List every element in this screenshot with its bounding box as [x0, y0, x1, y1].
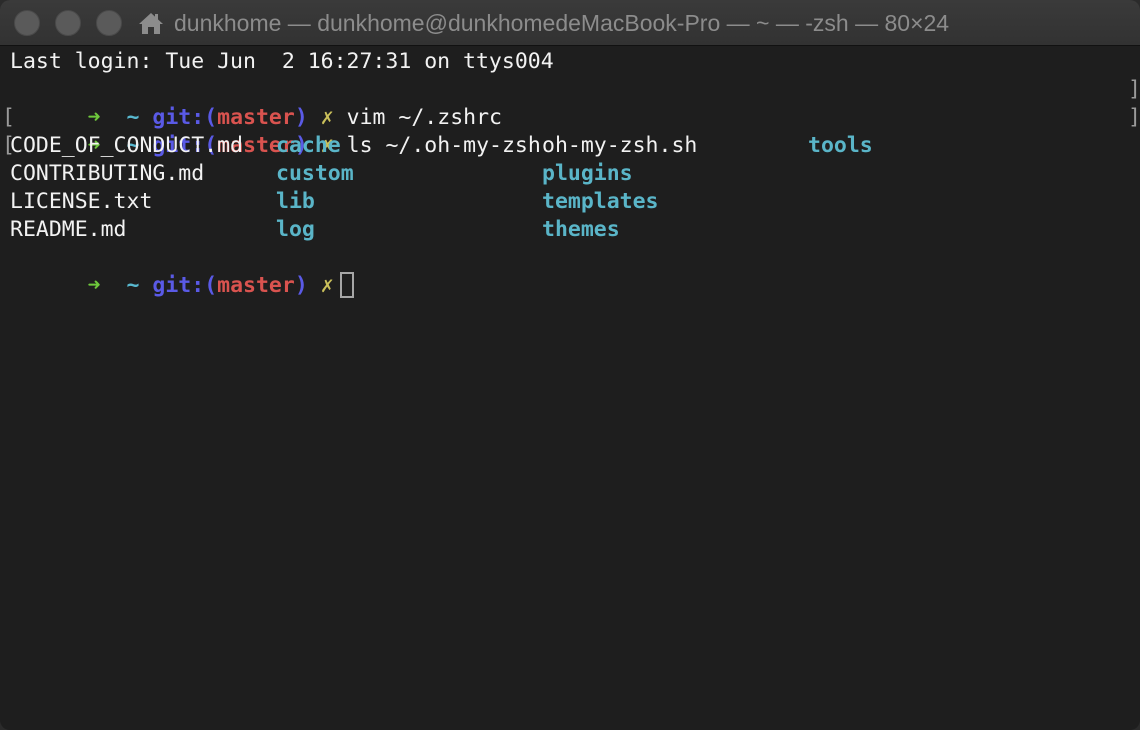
prompt-line: [➜ ~ git:(master) ✗ ls ~/.oh-my-zsh [2, 104, 541, 158]
line-marker-right: ] [1128, 77, 1140, 102]
prompt-line: [➜ ~ git:(master) ✗ vim ~/.zshrc [2, 76, 502, 130]
window-title: dunkhome — dunkhome@dunkhomedeMacBook-Pr… [174, 9, 950, 36]
title-bar[interactable]: dunkhome — dunkhome@dunkhomedeMacBook-Pr… [0, 0, 1140, 46]
git-dirty-mark: ✗ [320, 273, 334, 298]
ls-directory-entry: plugins [542, 161, 633, 186]
active-prompt-line: ➜ ~ git:(master) ✗ [10, 244, 354, 298]
line-marker-right: ] [1128, 105, 1140, 130]
ls-directory-entry: custom [276, 161, 354, 186]
close-button[interactable] [14, 10, 40, 36]
ls-directory-entry: tools [808, 133, 873, 158]
command-text: ls ~/.oh-my-zsh [346, 133, 541, 158]
ls-file-entry: README.md [10, 217, 127, 242]
ls-file-entry: oh-my-zsh.sh [542, 133, 698, 158]
terminal-content[interactable]: Last login: Tue Jun 2 16:27:31 on ttys00… [2, 48, 1140, 728]
text-cursor[interactable] [339, 272, 354, 298]
title-area: dunkhome — dunkhome@dunkhomedeMacBook-Pr… [138, 0, 1130, 46]
prompt-cwd: ~ [126, 273, 140, 298]
ls-directory-entry: cache [276, 133, 341, 158]
ls-file-entry: CONTRIBUTING.md [10, 161, 205, 186]
ls-file-entry: CODE_OF_CONDUCT.md [10, 133, 243, 158]
ls-directory-entry: lib [276, 189, 315, 214]
home-icon [139, 13, 163, 34]
git-suffix: ) [294, 273, 308, 298]
git-branch: master [217, 273, 295, 298]
ls-directory-entry: themes [542, 217, 620, 242]
terminal-window: dunkhome — dunkhome@dunkhomedeMacBook-Pr… [0, 0, 1140, 730]
ls-directory-entry: templates [542, 189, 659, 214]
zoom-button[interactable] [96, 10, 122, 36]
git-prefix: git:( [152, 273, 218, 298]
ls-directory-entry: log [276, 217, 315, 242]
prompt-arrow: ➜ [87, 273, 101, 298]
last-login-line: Last login: Tue Jun 2 16:27:31 on ttys00… [10, 49, 554, 74]
ls-file-entry: LICENSE.txt [10, 189, 153, 214]
minimize-button[interactable] [55, 10, 81, 36]
